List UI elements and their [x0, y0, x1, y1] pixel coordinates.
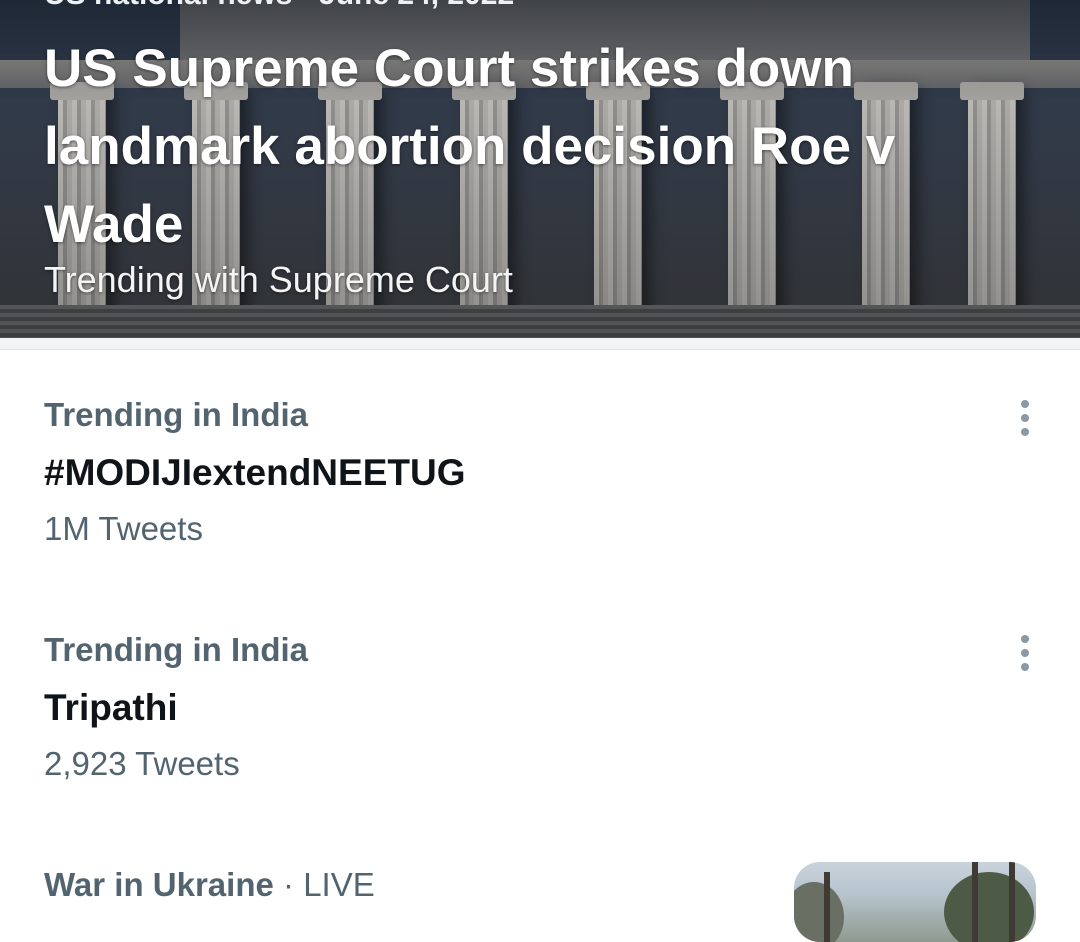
- live-event-thumbnail[interactable]: [794, 862, 1036, 942]
- hero-subtitle: Trending with Supreme Court: [44, 259, 513, 300]
- trend-item[interactable]: Trending in India Tripathi 2,923 Tweets: [0, 631, 1080, 801]
- hero-meta: US national news · June 24, 2022: [44, 0, 514, 12]
- hero-news-card[interactable]: US national news · June 24, 2022 US Supr…: [0, 0, 1080, 338]
- more-vertical-icon[interactable]: [1008, 398, 1042, 438]
- live-badge: LIVE: [303, 866, 375, 903]
- live-event-header: War in Ukraine · LIVE: [44, 866, 375, 904]
- hero-headline[interactable]: US Supreme Court strikes down landmark a…: [44, 30, 1044, 264]
- trend-item[interactable]: Trending in India #MODIJIextendNEETUG 1M…: [0, 396, 1080, 566]
- trend-context: Trending in India: [44, 396, 308, 433]
- trend-context: Trending in India: [44, 631, 308, 668]
- live-event-topic: War in Ukraine: [44, 866, 274, 903]
- trend-name[interactable]: Tripathi: [44, 687, 178, 729]
- trend-tweet-count: 1M Tweets: [44, 510, 203, 547]
- more-vertical-icon[interactable]: [1008, 633, 1042, 673]
- trend-name[interactable]: #MODIJIextendNEETUG: [44, 452, 465, 494]
- separator: ·: [283, 866, 295, 903]
- section-divider: [0, 338, 1080, 350]
- trend-tweet-count: 2,923 Tweets: [44, 745, 240, 782]
